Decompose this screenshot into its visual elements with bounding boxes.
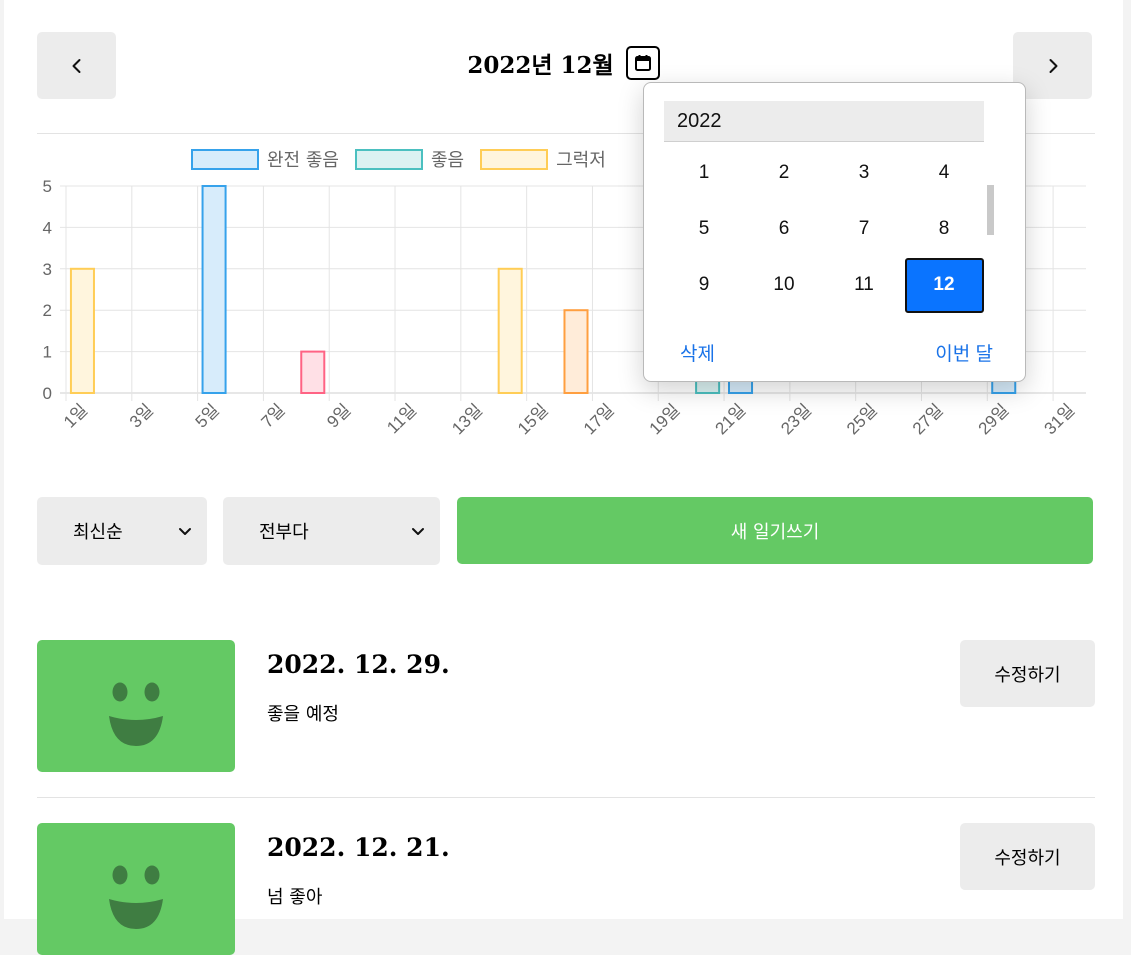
legend-swatch xyxy=(354,148,423,170)
y-tick-label: 1 xyxy=(43,343,52,362)
legend-label: 완전 좋음 xyxy=(267,150,339,171)
x-tick-label: 13일 xyxy=(448,400,486,438)
diary-content[interactable]: 넘 좋아 xyxy=(267,883,322,909)
month-option[interactable]: 2 xyxy=(744,145,824,201)
legend-swatch xyxy=(191,148,259,170)
legend-item[interactable]: 좋음 xyxy=(354,146,465,172)
y-tick-label: 4 xyxy=(43,218,52,237)
picker-this-month-button[interactable]: 이번 달 xyxy=(935,339,993,366)
legend-label: 그럭저 xyxy=(556,150,606,171)
legend-item[interactable]: 완전 좋음 xyxy=(191,146,339,172)
chart-legend: 완전 좋음 좋음 그럭저 xyxy=(191,146,606,172)
month-option[interactable]: 3 xyxy=(824,145,904,201)
x-tick-label: 19일 xyxy=(646,400,684,438)
new-diary-button[interactable]: 새 일기쓰기 xyxy=(457,497,1093,564)
month-option[interactable]: 6 xyxy=(744,201,824,257)
x-tick-label: 11일 xyxy=(383,400,420,437)
y-tick-label: 3 xyxy=(43,260,52,279)
legend-item[interactable]: 그럭저 xyxy=(480,146,606,172)
filter-select[interactable]: 전부다 xyxy=(223,497,440,565)
x-tick-label: 23일 xyxy=(777,400,815,438)
diary-date[interactable]: 2022. 12. 29. xyxy=(267,650,450,679)
month-option[interactable]: 7 xyxy=(824,201,904,257)
diary-content[interactable]: 좋을 예정 xyxy=(267,700,339,726)
month-picker-popup: 2022 1 2 3 4 5 6 7 8 9 10 11 12 삭제 이번 달 xyxy=(643,82,1026,382)
picker-year-header[interactable]: 2022 xyxy=(664,101,984,142)
month-option[interactable]: 5 xyxy=(664,201,744,257)
chart-bar xyxy=(201,185,227,394)
edit-button[interactable]: 수정하기 xyxy=(960,823,1095,890)
x-tick-label: 31일 xyxy=(1041,400,1079,438)
chevron-down-icon xyxy=(179,528,191,535)
x-tick-label: 3일 xyxy=(126,400,157,431)
chart-bar xyxy=(563,309,589,394)
picker-month-grid: 1 2 3 4 5 6 7 8 9 10 11 12 xyxy=(664,145,984,313)
x-tick-label: 27일 xyxy=(909,400,947,438)
month-option-selected[interactable]: 12 xyxy=(904,257,984,313)
x-tick-label: 5일 xyxy=(192,400,223,431)
list-divider xyxy=(37,797,1095,798)
month-option[interactable]: 8 xyxy=(904,201,984,257)
header: 2022년 12월 xyxy=(4,46,1123,80)
smile-face-icon xyxy=(109,865,163,929)
y-tick-label: 0 xyxy=(43,384,52,403)
month-option[interactable]: 10 xyxy=(744,257,824,313)
diary-list-item: 2022. 12. 21. 넘 좋아 수정하기 xyxy=(37,823,1095,955)
sort-select[interactable]: 최신순 xyxy=(37,497,207,565)
x-tick-label: 25일 xyxy=(843,400,881,438)
y-tick-label: 2 xyxy=(43,301,52,320)
legend-swatch xyxy=(480,148,549,170)
emotion-image[interactable] xyxy=(37,640,235,772)
calendar-icon xyxy=(634,55,651,71)
diary-list-item: 2022. 12. 29. 좋을 예정 수정하기 xyxy=(37,640,1095,772)
month-option[interactable]: 4 xyxy=(904,145,984,201)
prev-month-button[interactable] xyxy=(37,32,116,99)
page-title: 2022년 12월 xyxy=(467,52,614,79)
x-tick-label: 1일 xyxy=(60,400,91,431)
edit-button[interactable]: 수정하기 xyxy=(960,640,1095,707)
chevron-right-icon xyxy=(1049,58,1057,73)
x-tick-label: 15일 xyxy=(514,400,552,438)
picker-scrollbar[interactable] xyxy=(987,185,994,235)
calendar-button[interactable] xyxy=(625,46,660,80)
x-tick-label: 29일 xyxy=(975,400,1013,438)
month-option[interactable]: 9 xyxy=(664,257,744,313)
diary-app: 2022년 12월 완전 좋음 좋음 그럭저 0 1 2 3 4 5 1일 3일 5일 7일 9일 1… xyxy=(4,0,1123,955)
chart-bar xyxy=(69,267,95,394)
emotion-image[interactable] xyxy=(37,823,235,955)
month-option[interactable]: 1 xyxy=(664,145,744,201)
picker-footer: 삭제 이번 달 xyxy=(680,339,993,366)
x-tick-label: 7일 xyxy=(258,400,289,431)
y-tick-label: 5 xyxy=(43,177,52,196)
chart-bar xyxy=(497,267,523,394)
picker-delete-button[interactable]: 삭제 xyxy=(680,339,715,366)
chevron-left-icon xyxy=(72,58,80,73)
x-tick-label: 17일 xyxy=(580,400,618,438)
x-tick-label: 21일 xyxy=(711,400,749,438)
smile-face-icon xyxy=(109,682,163,746)
chart-bar xyxy=(300,350,326,395)
chevron-down-icon xyxy=(412,528,424,535)
selected-month-label: 12 xyxy=(904,257,984,313)
x-tick-label: 9일 xyxy=(323,400,354,431)
month-option[interactable]: 11 xyxy=(824,257,904,313)
sort-select-value: 최신순 xyxy=(73,522,123,543)
diary-date[interactable]: 2022. 12. 21. xyxy=(267,833,450,862)
filter-select-value: 전부다 xyxy=(259,522,309,543)
legend-label: 좋음 xyxy=(430,150,465,171)
